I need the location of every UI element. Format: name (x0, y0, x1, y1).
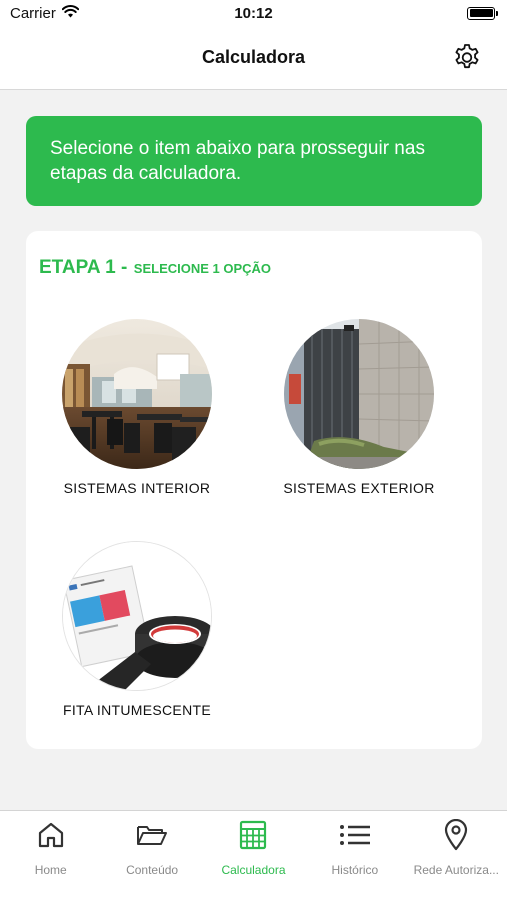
tab-label-conteudo: Conteúdo (126, 863, 179, 877)
nav-bar: Calculadora (0, 26, 507, 90)
step-heading: ETAPA 1 - SELECIONE 1 OPÇÃO (39, 257, 271, 279)
intumescent-tape-photo (62, 541, 212, 691)
location-pin-icon (440, 819, 472, 851)
carrier-label: Carrier (10, 4, 56, 22)
tab-conteudo[interactable]: Conteúdo (101, 811, 202, 900)
tab-label-calculadora: Calculadora (221, 863, 286, 877)
option-label: SISTEMAS INTERIOR (63, 480, 211, 496)
step-subtitle: SELECIONE 1 OPÇÃO (133, 261, 272, 276)
option-sistemas-interior[interactable]: SISTEMAS INTERIOR (27, 319, 247, 496)
home-icon (35, 819, 67, 851)
tab-label-rede-autorizada: Rede Autoriza... (413, 863, 499, 877)
option-sistemas-exterior[interactable]: SISTEMAS EXTERIOR (249, 319, 469, 496)
tab-home[interactable]: Home (0, 811, 101, 900)
step-title: ETAPA 1 - (39, 257, 128, 278)
tab-label-home: Home (34, 863, 67, 877)
option-label: FITA INTUMESCENTE (63, 702, 211, 718)
status-left: Carrier (10, 4, 80, 22)
list-icon (339, 819, 371, 851)
step-card: ETAPA 1 - SELECIONE 1 OPÇÃO SISTEMAS INT… (26, 231, 482, 749)
tab-rede-autorizada[interactable]: Rede Autoriza... (406, 811, 507, 900)
page-title: Calculadora (201, 47, 306, 67)
tab-label-historico: Histórico (331, 863, 379, 877)
gear-icon (452, 41, 482, 76)
info-banner: Selecione o item abaixo para prosseguir … (26, 116, 482, 206)
settings-button[interactable] (451, 42, 483, 74)
battery-icon (467, 6, 498, 20)
wifi-icon (61, 4, 80, 22)
status-bar: Carrier 10:12 (0, 0, 507, 26)
option-fita-intumescente[interactable]: FITA INTUMESCENTE (27, 541, 247, 718)
restaurant-interior-photo (62, 319, 212, 469)
building-facade-photo (284, 319, 434, 469)
tab-calculadora[interactable]: Calculadora (203, 811, 304, 900)
folder-icon (136, 819, 168, 851)
tab-bar: Home Conteúdo Calculadora Histórico Rede… (0, 810, 507, 900)
tab-historico[interactable]: Histórico (304, 811, 405, 900)
option-label: SISTEMAS EXTERIOR (283, 480, 435, 496)
calculator-icon (237, 819, 269, 851)
